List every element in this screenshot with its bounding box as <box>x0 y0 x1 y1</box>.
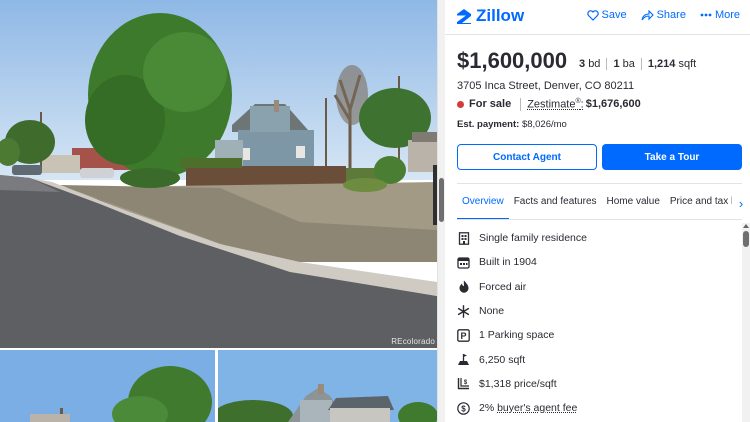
zillow-logo[interactable]: Zillow <box>456 6 524 26</box>
listing-status: For sale <box>469 98 512 111</box>
zestimate-link[interactable]: Zestimate®: <box>520 98 584 111</box>
photo-credit: REcolorado <box>391 337 435 346</box>
zestimate-value: $1,676,600 <box>585 98 641 111</box>
listing-address: 3705 Inca Street, Denver, CO 80211 <box>457 80 635 92</box>
chevron-right-icon: › <box>738 195 744 211</box>
feature-text: 1 Parking space <box>479 329 555 342</box>
thumbnail-photo-right[interactable] <box>218 350 437 422</box>
photo-gallery[interactable]: REcolorado <box>0 0 437 422</box>
share-icon <box>641 9 654 20</box>
svg-text:$: $ <box>461 404 466 413</box>
more-label: More <box>714 9 740 21</box>
sqft-unit: sqft <box>678 58 697 70</box>
tab-facts-and-features[interactable]: Facts and features <box>509 188 602 220</box>
feature-text: Single family residence <box>479 232 587 245</box>
baths-value: 1 <box>613 58 620 70</box>
feature-year-built: Built in 1904 <box>457 250 732 274</box>
feature-text: 6,250 sqft <box>479 353 526 366</box>
feature-cooling: None <box>457 299 732 323</box>
svg-text:P: P <box>460 331 466 341</box>
dollar-icon: $ <box>457 401 470 415</box>
scroll-up-arrow-icon[interactable] <box>743 224 749 228</box>
save-button[interactable]: Save <box>586 9 627 21</box>
thumbnail-left-image <box>0 350 215 422</box>
calendar-icon <box>457 256 470 269</box>
main-photo-image <box>0 0 437 348</box>
zillow-logo-text: Zillow <box>476 6 525 25</box>
tab-home-value[interactable]: Home value <box>602 188 665 220</box>
beds-value: 3 <box>579 58 586 70</box>
tabs-scroll-right-button[interactable]: › <box>732 188 750 218</box>
listing-tabs: Overview Facts and features Home value P… <box>457 188 750 220</box>
thumbnail-right-image <box>218 350 437 422</box>
price-per-sqft-icon: $ <box>457 377 470 390</box>
feature-text: Built in 1904 <box>479 256 537 269</box>
bed-bath-sqft-summary: 3 bd 1 ba 1,214 sqft <box>579 58 702 70</box>
listing-price: $1,600,000 <box>457 48 568 73</box>
contact-agent-button[interactable]: Contact Agent <box>457 144 597 170</box>
details-header: Zillow Save Share More <box>445 0 750 34</box>
feature-text-prefix: 2% <box>479 402 498 415</box>
share-label: Share <box>656 9 686 21</box>
baths-unit: ba <box>622 58 635 70</box>
zestimate-registered-mark: ® <box>575 98 581 105</box>
buyer-agent-fee-link[interactable]: buyer's agent fee <box>497 402 577 414</box>
feature-buyer-agent-fee: $ 2% buyer's agent fee <box>457 396 732 420</box>
details-scrollbar-thumb[interactable] <box>743 231 749 247</box>
main-photo[interactable]: REcolorado <box>0 0 437 348</box>
sqft-value: 1,214 <box>647 58 676 70</box>
parking-icon: P <box>457 328 470 342</box>
share-button[interactable]: Share <box>641 9 686 21</box>
more-button[interactable]: More <box>700 9 740 21</box>
tabs-top-divider <box>457 183 742 184</box>
take-a-tour-button[interactable]: Take a Tour <box>602 144 742 170</box>
save-label: Save <box>601 9 627 21</box>
tab-overview[interactable]: Overview <box>457 188 509 220</box>
gallery-scrollbar-thumb[interactable] <box>439 178 444 222</box>
beds-fact: 3 bd <box>579 58 606 70</box>
heart-icon <box>586 9 599 21</box>
zillow-logo-icon <box>457 9 471 24</box>
est-payment-value: $8,026/mo <box>521 119 567 130</box>
lot-icon <box>457 353 470 366</box>
gallery-scrollbar[interactable] <box>437 0 445 422</box>
feature-text: None <box>479 305 505 318</box>
building-icon <box>457 231 470 245</box>
svg-text:$: $ <box>464 380 468 386</box>
feature-text: Forced air <box>479 280 527 293</box>
snowflake-icon <box>457 304 470 318</box>
listing-status-row: For sale Zestimate®: $1,676,600 <box>457 98 641 111</box>
feature-heating: Forced air <box>457 275 732 299</box>
feature-lot-size: 6,250 sqft <box>457 347 732 371</box>
feature-price-per-sqft: $ $1,318 price/sqft <box>457 372 732 396</box>
more-dots-icon <box>700 13 712 17</box>
sqft-fact: 1,214 sqft <box>640 58 702 70</box>
est-payment-label: Est. payment: <box>457 119 520 130</box>
listing-details-panel: Zillow Save Share More $1,600,000 3 bd 1… <box>445 0 750 422</box>
zestimate-label: Zestimate <box>527 98 576 111</box>
details-scrollbar[interactable] <box>742 223 750 422</box>
baths-fact: 1 ba <box>606 58 640 70</box>
for-sale-dot-icon <box>457 100 464 108</box>
feature-parking: P 1 Parking space <box>457 323 732 347</box>
beds-unit: bd <box>588 58 601 70</box>
header-divider <box>445 34 750 35</box>
home-features-list: Single family residence Built in 1904 Fo… <box>457 226 732 420</box>
feature-home-type: Single family residence <box>457 226 732 250</box>
flame-icon <box>457 280 470 293</box>
feature-text: $1,318 price/sqft <box>479 377 557 390</box>
tabs-bottom-divider <box>457 219 742 220</box>
estimated-payment[interactable]: Est. payment: $8,026/mo <box>457 119 567 130</box>
thumbnail-photo-left[interactable] <box>0 350 215 422</box>
